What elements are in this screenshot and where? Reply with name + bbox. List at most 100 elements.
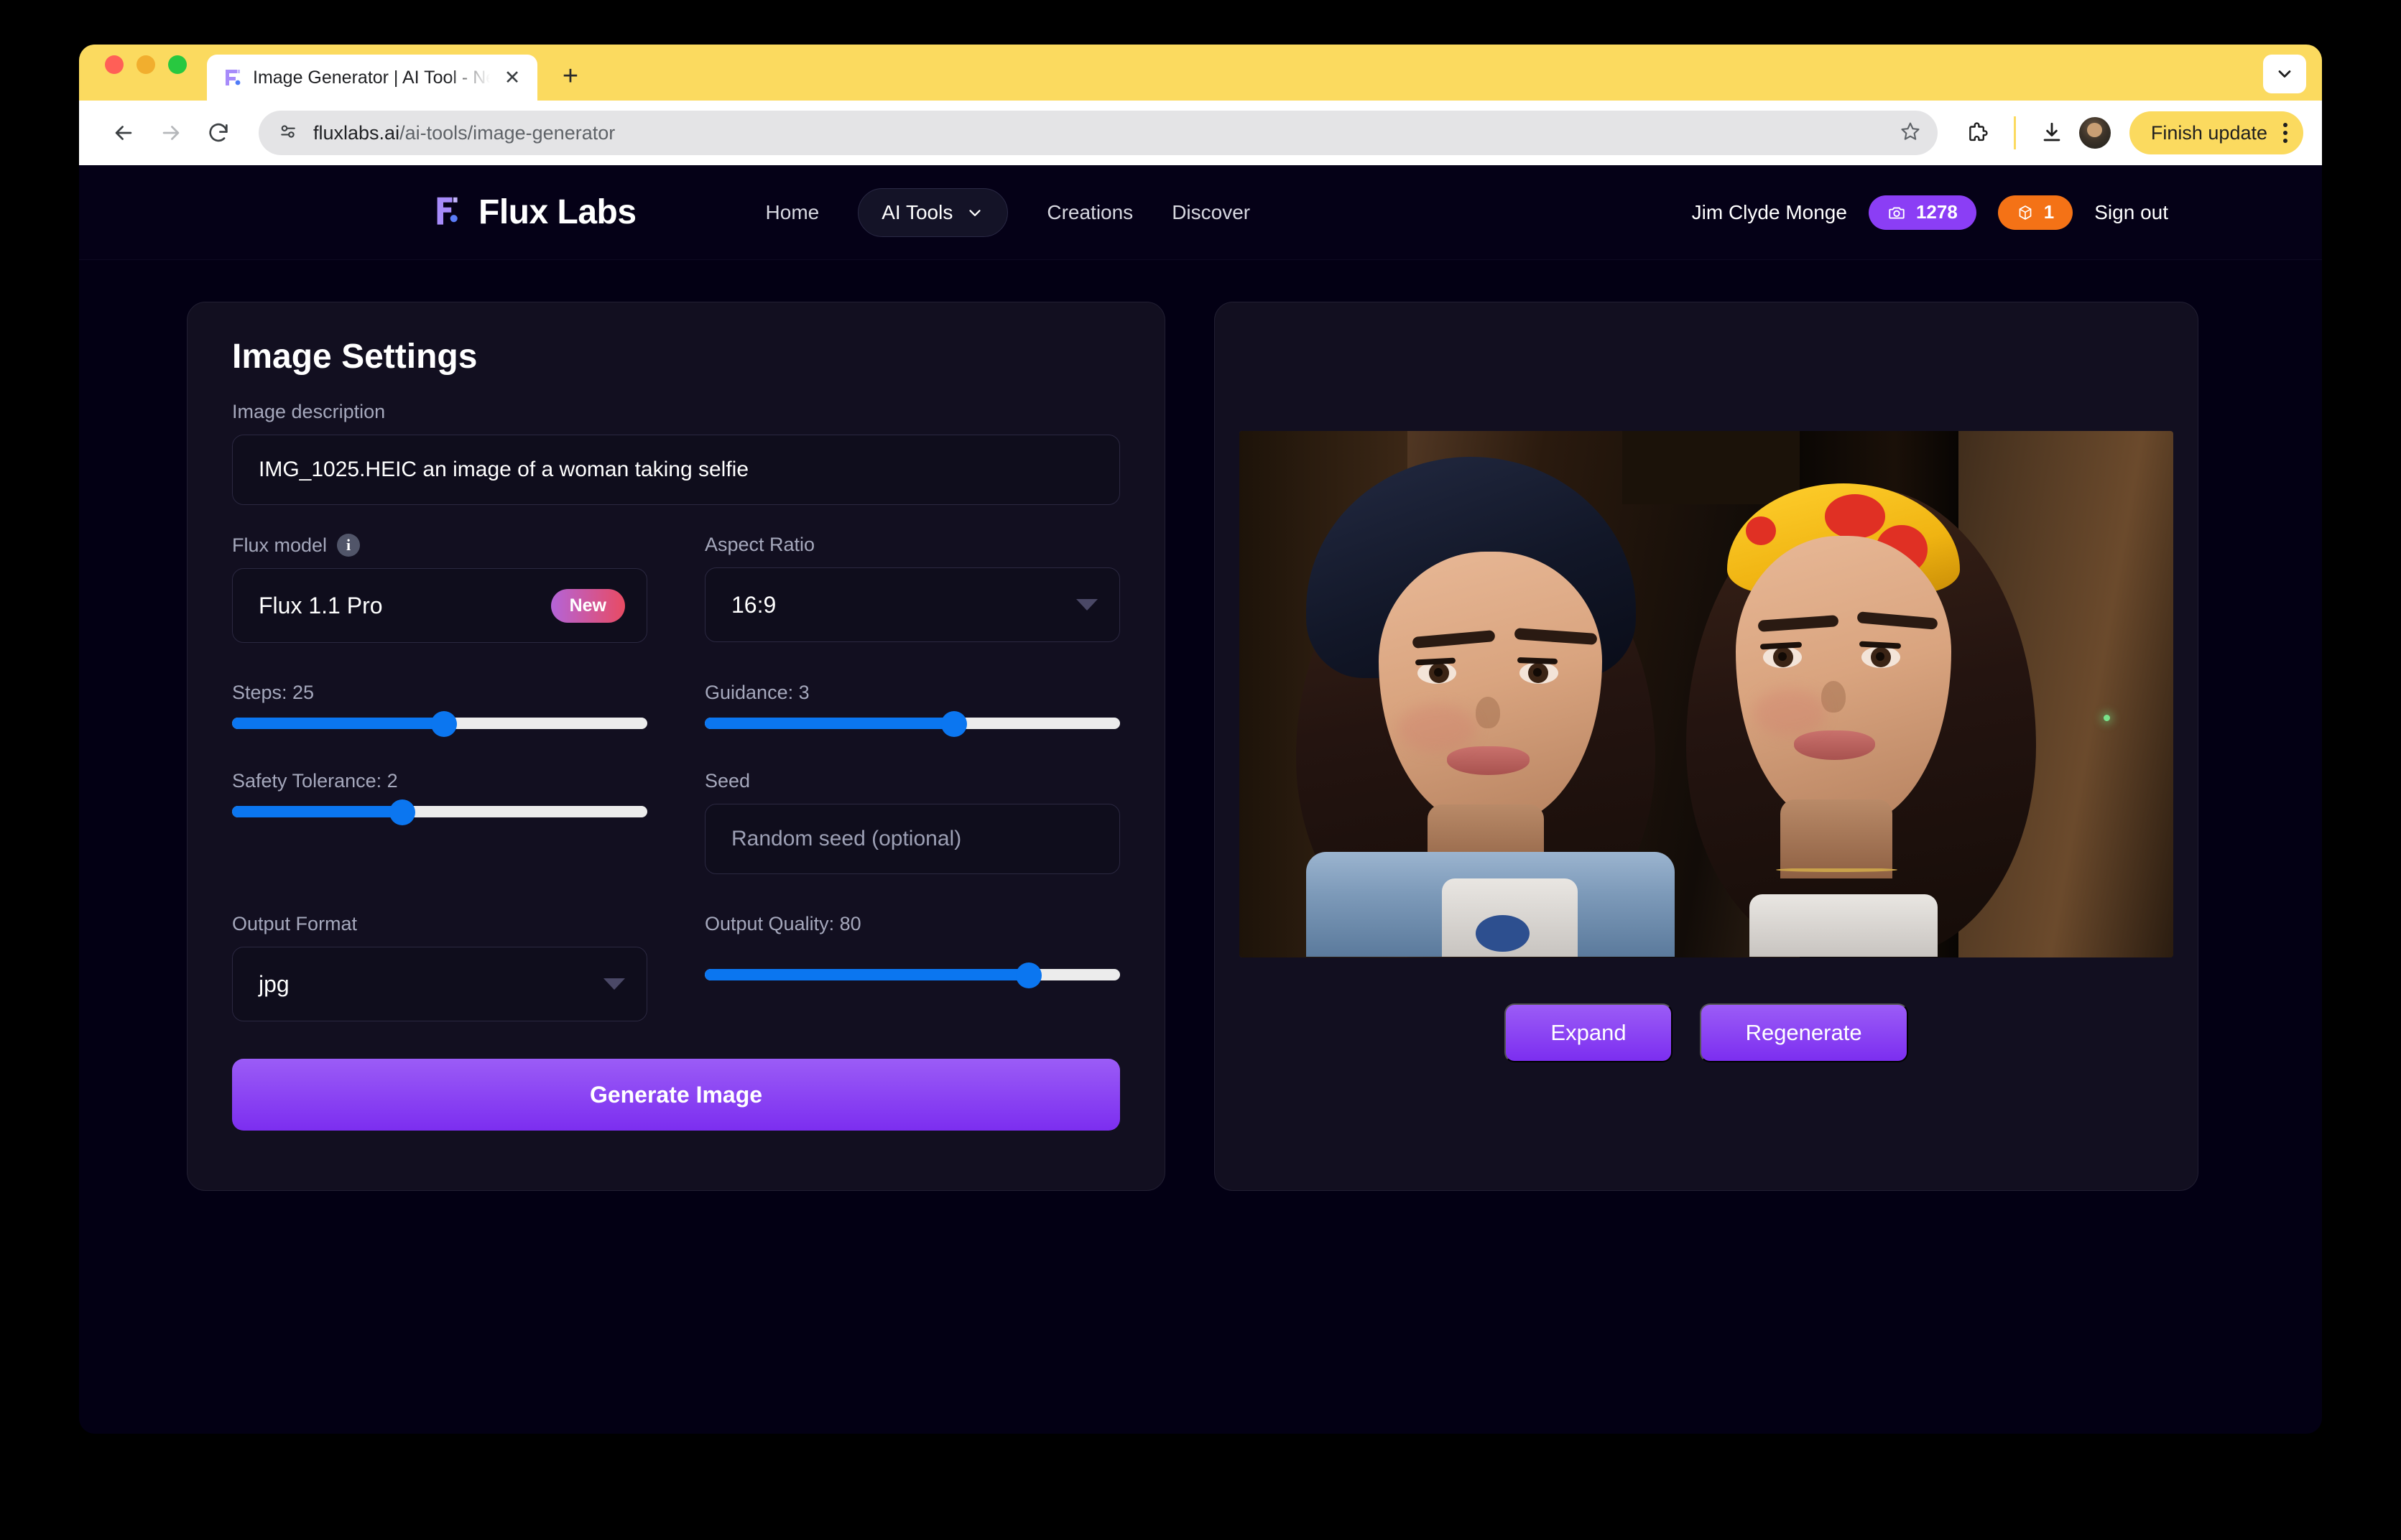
image-credits-value: 1278 — [1915, 201, 1958, 223]
brand-logo[interactable]: Flux Labs — [434, 192, 637, 232]
user-name: Jim Clyde Monge — [1691, 200, 1847, 223]
url-host: fluxlabs.ai — [313, 121, 400, 144]
sign-out-link[interactable]: Sign out — [2094, 201, 2168, 224]
window-traffic-lights — [105, 45, 187, 101]
chevron-down-icon — [969, 209, 981, 216]
chevron-down-icon — [2278, 70, 2291, 78]
output-format-value: jpg — [259, 970, 290, 997]
generated-image-scene — [1239, 430, 2173, 957]
aspect-ratio-select[interactable]: 16:9 — [705, 567, 1120, 642]
format-quality-row: Output Format jpg Output Quality: 80 — [232, 913, 1120, 1021]
generate-image-button[interactable]: Generate Image — [232, 1059, 1120, 1131]
site-settings-icon[interactable] — [277, 121, 299, 146]
page-title: Image Settings — [232, 338, 478, 376]
header-user-area: Jim Clyde Monge 1278 1 Sign out — [1692, 195, 2168, 230]
bookmark-star-icon[interactable] — [1899, 120, 1922, 147]
nav-item-ai-tools[interactable]: AI Tools — [858, 187, 1009, 237]
minimize-window-button[interactable] — [137, 55, 155, 74]
guidance-slider-fill — [705, 718, 954, 729]
aspect-ratio-field: Aspect Ratio 16:9 — [705, 534, 1120, 643]
aspect-ratio-label: Aspect Ratio — [705, 534, 815, 555]
reload-button[interactable] — [198, 113, 239, 153]
model-and-ratio-row: Flux model i Flux 1.1 Pro New Aspect Rat… — [232, 534, 1120, 643]
cube-icon — [2019, 205, 2032, 220]
image-preview-panel: Expand Regenerate — [1214, 302, 2198, 1191]
back-button[interactable] — [103, 113, 144, 153]
steps-label: Steps: 25 — [232, 682, 315, 703]
preview-action-buttons: Expand Regenerate — [1504, 1003, 1908, 1062]
address-bar-url: fluxlabs.ai/ai-tools/image-generator — [313, 122, 615, 144]
profile-avatar[interactable] — [2078, 117, 2111, 149]
flux-labs-logo-icon — [434, 195, 463, 229]
new-badge: New — [550, 588, 625, 623]
finish-update-button[interactable]: Finish update — [2129, 111, 2303, 154]
steps-slider[interactable] — [232, 711, 647, 737]
flux-model-label-row: Flux model i — [232, 534, 647, 557]
guidance-slider-thumb[interactable] — [940, 711, 967, 737]
address-bar[interactable]: fluxlabs.ai/ai-tools/image-generator — [259, 111, 1938, 155]
page-content: Flux Labs Home AI Tools Creations Discov… — [79, 165, 2322, 1434]
flux-labs-favicon-icon — [223, 68, 243, 88]
safety-slider-thumb[interactable] — [389, 799, 415, 825]
nav-item-home[interactable]: Home — [766, 201, 820, 224]
model-credits-value: 1 — [2043, 201, 2055, 223]
regenerate-button[interactable]: Regenerate — [1699, 1003, 1908, 1062]
guidance-slider[interactable] — [705, 711, 1120, 737]
browser-window: Image Generator | AI Tool - Ne ✕ + fluxl… — [79, 45, 2322, 1434]
browser-tab-strip: Image Generator | AI Tool - Ne ✕ + — [79, 45, 2322, 101]
steps-field: Steps: 25 — [232, 682, 647, 737]
camera-icon — [1889, 207, 1905, 219]
seed-field: Seed Random seed (optional) — [705, 770, 1120, 874]
safety-tolerance-label: Safety Tolerance: 2 — [232, 770, 398, 792]
guidance-field: Guidance: 3 — [705, 682, 1120, 737]
main-layout: Image Settings Image description IMG_102… — [79, 260, 2322, 1191]
safety-tolerance-slider[interactable] — [232, 799, 647, 825]
model-credits-badge[interactable]: 1 — [1997, 195, 2073, 230]
steps-slider-thumb[interactable] — [430, 711, 457, 737]
close-tab-icon[interactable]: ✕ — [500, 65, 524, 90]
image-credits-badge[interactable]: 1278 — [1868, 195, 1976, 230]
flux-model-select[interactable]: Flux 1.1 Pro New — [232, 568, 647, 643]
image-settings-panel: Image Settings Image description IMG_102… — [187, 302, 1165, 1191]
image-description-input[interactable]: IMG_1025.HEIC an image of a woman taking… — [232, 435, 1120, 505]
steps-slider-fill — [232, 718, 444, 729]
quality-slider-thumb[interactable] — [1015, 962, 1042, 988]
browser-tab[interactable]: Image Generator | AI Tool - Ne ✕ — [207, 55, 537, 101]
browser-menu-icon[interactable] — [2277, 123, 2293, 143]
extensions-button[interactable] — [1958, 113, 1998, 153]
steps-guidance-row: Steps: 25 Guidance: 3 — [232, 682, 1120, 737]
image-description-label: Image description — [232, 401, 386, 422]
downloads-button[interactable] — [2032, 113, 2072, 153]
output-quality-field: Output Quality: 80 — [705, 913, 1120, 1021]
output-format-select[interactable]: jpg — [232, 947, 647, 1021]
seed-label: Seed — [705, 770, 751, 792]
site-header: Flux Labs Home AI Tools Creations Discov… — [79, 165, 2322, 260]
nav-item-ai-tools-label: AI Tools — [882, 200, 953, 223]
flux-model-label: Flux model — [232, 534, 328, 556]
seed-placeholder: Random seed (optional) — [731, 827, 962, 850]
flux-model-value: Flux 1.1 Pro — [259, 592, 383, 618]
output-quality-slider[interactable] — [705, 962, 1120, 988]
generated-image[interactable] — [1239, 430, 2173, 957]
browser-tab-title: Image Generator | AI Tool - Ne — [253, 67, 490, 88]
nav-item-discover[interactable]: Discover — [1172, 201, 1250, 224]
nav-item-creations[interactable]: Creations — [1047, 201, 1133, 224]
forward-button[interactable] — [151, 113, 191, 153]
safety-seed-row: Safety Tolerance: 2 Seed Random seed (op… — [232, 770, 1120, 874]
info-icon[interactable]: i — [337, 534, 361, 557]
new-tab-button[interactable]: + — [556, 62, 585, 91]
finish-update-label: Finish update — [2150, 121, 2267, 144]
brand-name: Flux Labs — [478, 193, 637, 231]
maximize-window-button[interactable] — [168, 55, 187, 74]
seed-input[interactable]: Random seed (optional) — [705, 804, 1120, 874]
guidance-label: Guidance: 3 — [705, 682, 810, 703]
expand-button[interactable]: Expand — [1504, 1003, 1673, 1062]
tab-list-button[interactable] — [2263, 55, 2306, 93]
output-format-label: Output Format — [232, 913, 358, 934]
aspect-ratio-value: 16:9 — [731, 591, 777, 618]
quality-slider-fill — [705, 969, 1029, 980]
close-window-button[interactable] — [105, 55, 124, 74]
url-path: /ai-tools/image-generator — [399, 121, 616, 144]
toolbar-divider — [2013, 116, 2016, 149]
image-description-value: IMG_1025.HEIC an image of a woman taking… — [259, 458, 749, 481]
